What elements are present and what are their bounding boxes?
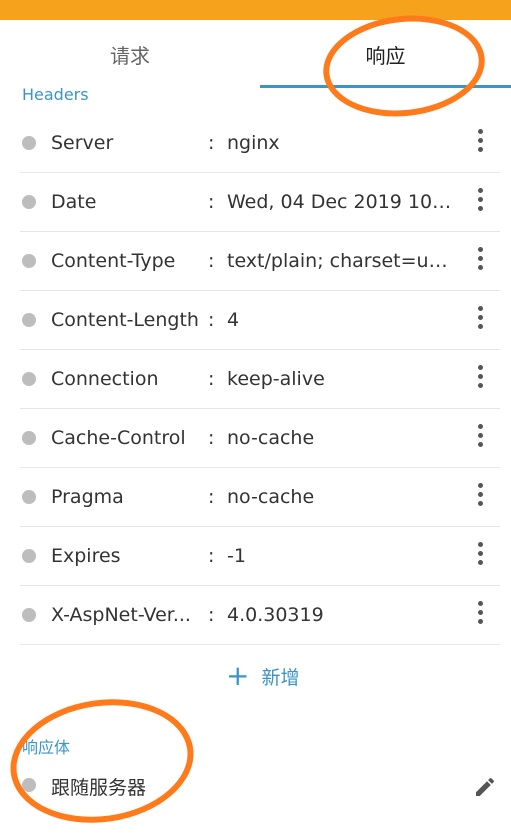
table-row[interactable]: Date : Wed, 04 Dec 2019 10:3... [20,173,500,232]
header-key: Content-Length [51,309,199,331]
separator: : [208,191,215,213]
add-header-button[interactable]: + 新增 [226,660,299,692]
plus-icon: + [226,659,250,692]
table-row[interactable]: Pragma : no-cache [20,468,500,527]
more-vertical-icon[interactable] [472,247,488,275]
tab-request[interactable]: 请求 [0,20,260,88]
header-value: Wed, 04 Dec 2019 10:3... [227,191,452,213]
bullet-icon [22,549,36,563]
header-key: X-AspNet-Ver... [51,604,191,626]
header-key: Date [51,191,97,213]
more-vertical-icon[interactable] [472,129,488,157]
header-value: no-cache [227,427,315,449]
highlight-circle-response-body [2,687,202,834]
headers-list: Server : nginx Date : Wed, 04 Dec 2019 1… [20,114,500,645]
separator: : [208,250,215,272]
header-key: Expires [51,545,121,567]
bullet-icon [22,254,36,268]
header-value: text/plain; charset=utf-8 [227,250,452,272]
header-key: Cache-Control [51,427,186,449]
more-vertical-icon[interactable] [472,542,488,570]
header-value: 4.0.30319 [227,604,324,626]
separator: : [208,368,215,390]
bullet-icon [22,490,36,504]
table-row[interactable]: Content-Type : text/plain; charset=utf-8 [20,232,500,291]
table-row[interactable]: Connection : keep-alive [20,350,500,409]
headers-section-title: Headers [22,85,89,104]
more-vertical-icon[interactable] [472,365,488,393]
bullet-icon [22,136,36,150]
header-key: Connection [51,368,159,390]
header-value: -1 [227,545,246,567]
more-vertical-icon[interactable] [472,483,488,511]
header-value: keep-alive [227,368,325,390]
separator: : [208,132,215,154]
bullet-icon [22,608,36,622]
header-key: Content-Type [51,250,176,272]
table-row[interactable]: Cache-Control : no-cache [20,409,500,468]
separator: : [208,545,215,567]
bullet-icon [22,313,36,327]
bullet-icon [22,195,36,209]
separator: : [208,486,215,508]
table-row[interactable]: X-AspNet-Ver... : 4.0.30319 [20,586,500,645]
more-vertical-icon[interactable] [472,188,488,216]
more-vertical-icon[interactable] [472,601,488,629]
header-value: no-cache [227,486,315,508]
separator: : [208,309,215,331]
bullet-icon [22,372,36,386]
header-key: Pragma [51,486,124,508]
table-row[interactable]: Expires : -1 [20,527,500,586]
table-row[interactable]: Content-Length : 4 [20,291,500,350]
separator: : [208,604,215,626]
bullet-icon [22,431,36,445]
add-header-label: 新增 [261,666,300,689]
table-row[interactable]: Server : nginx [20,114,500,173]
more-vertical-icon[interactable] [472,424,488,452]
separator: : [208,427,215,449]
header-value: 4 [227,309,240,331]
header-key: Server [51,132,114,154]
more-vertical-icon[interactable] [472,306,488,334]
pencil-icon[interactable] [473,775,497,799]
header-value: nginx [227,132,280,154]
